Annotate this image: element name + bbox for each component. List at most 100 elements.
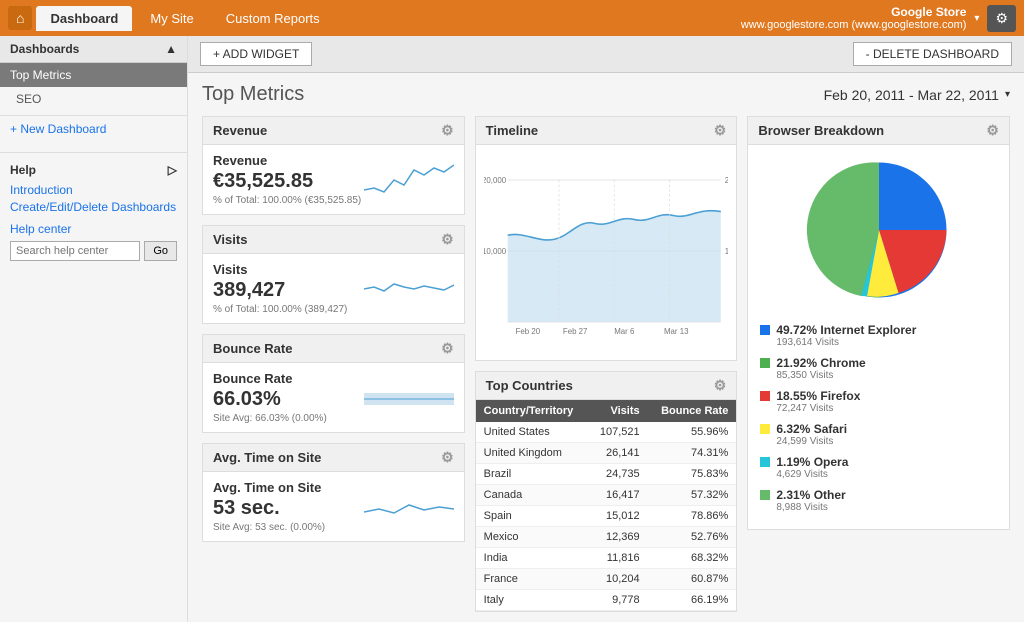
- browser-item: 21.92% Chrome 85,350 Visits: [760, 356, 997, 381]
- search-help-container: Go: [10, 241, 177, 261]
- sidebar-item-top-metrics[interactable]: Top Metrics: [0, 63, 187, 87]
- new-dashboard-link[interactable]: + New Dashboard: [0, 115, 187, 142]
- browser-visits: 193,614 Visits: [776, 337, 997, 348]
- browser-name: 1.19% Opera: [776, 455, 848, 469]
- date-range-selector[interactable]: Feb 20, 2011 - Mar 22, 2011 ▾: [824, 87, 1010, 103]
- search-help-button[interactable]: Go: [144, 241, 177, 261]
- countries-gear-icon[interactable]: ⚙: [714, 377, 727, 394]
- search-help-input[interactable]: [10, 241, 140, 261]
- revenue-sparkline: [364, 160, 454, 200]
- country-bounce: 75.83%: [648, 464, 737, 485]
- browser-color-indicator: [760, 358, 770, 368]
- visits-gear-icon[interactable]: ⚙: [441, 231, 454, 248]
- country-visits: 15,012: [588, 506, 647, 527]
- tab-mysite[interactable]: My Site: [136, 6, 207, 31]
- country-bounce: 55.96%: [648, 422, 737, 443]
- country-visits: 11,816: [588, 548, 647, 569]
- browser-color-indicator: [760, 457, 770, 467]
- visits-label: Visits: [213, 262, 347, 277]
- home-button[interactable]: ⌂: [8, 6, 32, 30]
- browser-name: 49.72% Internet Explorer: [776, 323, 916, 337]
- right-column: Browser Breakdown ⚙: [747, 116, 1010, 612]
- table-row[interactable]: France 10,204 60.87%: [476, 569, 737, 590]
- avg-time-gear-icon[interactable]: ⚙: [441, 449, 454, 466]
- browser-color-indicator: [760, 490, 770, 500]
- browser-item: 1.19% Opera 4,629 Visits: [760, 455, 997, 480]
- date-range-arrow: ▾: [1005, 89, 1010, 100]
- table-row[interactable]: Brazil 24,735 75.83%: [476, 464, 737, 485]
- browser-visits: 24,599 Visits: [776, 436, 997, 447]
- help-center-link[interactable]: Help center: [10, 222, 177, 236]
- country-name: United States: [476, 422, 589, 443]
- svg-text:20,000: 20,000: [484, 176, 507, 185]
- timeline-gear-icon[interactable]: ⚙: [714, 122, 727, 139]
- browser-visits: 85,350 Visits: [776, 370, 997, 381]
- revenue-widget-header: Revenue ⚙: [203, 117, 464, 145]
- topbar: ⌂ Dashboard My Site Custom Reports Googl…: [0, 0, 1024, 36]
- page-title: Top Metrics: [202, 83, 304, 106]
- visits-sub: % of Total: 100.00% (389,427): [213, 304, 347, 315]
- revenue-value: €35,525.85: [213, 170, 361, 193]
- browser-item: 2.31% Other 8,988 Visits: [760, 488, 997, 513]
- col-header-visits: Visits: [588, 400, 647, 422]
- avg-time-widget-header: Avg. Time on Site ⚙: [203, 444, 464, 472]
- add-widget-button[interactable]: + ADD WIDGET: [200, 42, 312, 66]
- svg-text:Mar 13: Mar 13: [664, 327, 689, 336]
- dashboards-label: Dashboards: [10, 42, 79, 56]
- help-link-create-edit-delete[interactable]: Create/Edit/Delete Dashboards: [10, 200, 177, 214]
- avg-time-sub: Site Avg: 53 sec. (0.00%): [213, 522, 325, 533]
- col-header-country: Country/Territory: [476, 400, 589, 422]
- browser-name: 2.31% Other: [776, 488, 845, 502]
- browser-gear-icon[interactable]: ⚙: [986, 122, 999, 139]
- country-bounce: 60.87%: [648, 569, 737, 590]
- tab-customreports[interactable]: Custom Reports: [212, 6, 334, 31]
- account-dropdown-icon[interactable]: ▾: [974, 13, 979, 24]
- country-name: Italy: [476, 590, 589, 611]
- browser-item-header: 2.31% Other: [760, 488, 997, 502]
- countries-widget-header: Top Countries ⚙: [476, 372, 737, 400]
- browser-visits: 4,629 Visits: [776, 469, 997, 480]
- table-row[interactable]: India 11,816 68.32%: [476, 548, 737, 569]
- dashboards-section-header: Dashboards ▲: [0, 36, 187, 63]
- table-row[interactable]: Mexico 12,369 52.76%: [476, 527, 737, 548]
- revenue-widget-body: Revenue €35,525.85 % of Total: 100.00% (…: [203, 145, 464, 214]
- date-range-text: Feb 20, 2011 - Mar 22, 2011: [824, 87, 999, 103]
- table-row[interactable]: Canada 16,417 57.32%: [476, 485, 737, 506]
- table-row[interactable]: Spain 15,012 78.86%: [476, 506, 737, 527]
- topbar-right: Google Store www.googlestore.com (www.go…: [741, 5, 1016, 32]
- revenue-header-label: Revenue: [213, 123, 267, 138]
- collapse-icon[interactable]: ▲: [165, 42, 177, 56]
- revenue-widget: Revenue ⚙ Revenue €35,525.85 % of Total:…: [202, 116, 465, 215]
- settings-button[interactable]: ⚙: [987, 5, 1016, 32]
- browser-visits: 8,988 Visits: [776, 502, 997, 513]
- bounce-rate-widget: Bounce Rate ⚙ Bounce Rate 66.03% Site Av…: [202, 334, 465, 433]
- revenue-gear-icon[interactable]: ⚙: [441, 122, 454, 139]
- country-visits: 24,735: [588, 464, 647, 485]
- countries-table: Country/Territory Visits Bounce Rate Uni…: [476, 400, 737, 611]
- svg-text:Feb 27: Feb 27: [563, 327, 588, 336]
- delete-dashboard-button[interactable]: - DELETE DASHBOARD: [853, 42, 1012, 66]
- help-header: Help ▷: [10, 163, 177, 177]
- browser-breakdown-header: Browser Breakdown ⚙: [748, 117, 1009, 145]
- bounce-rate-sparkline: [364, 378, 454, 418]
- content-area: + ADD WIDGET - DELETE DASHBOARD Top Metr…: [188, 36, 1024, 622]
- bounce-rate-label: Bounce Rate: [213, 371, 327, 386]
- timeline-chart: 20,000 10,000 20,000 10,000 Feb 20 Feb 2: [484, 151, 729, 351]
- revenue-sub: % of Total: 100.00% (€35,525.85): [213, 195, 361, 206]
- tab-dashboard[interactable]: Dashboard: [36, 6, 132, 31]
- svg-text:Feb 20: Feb 20: [515, 327, 540, 336]
- sidebar-item-seo[interactable]: SEO: [0, 87, 187, 111]
- browser-item: 49.72% Internet Explorer 193,614 Visits: [760, 323, 997, 348]
- bounce-rate-gear-icon[interactable]: ⚙: [441, 340, 454, 357]
- browser-color-indicator: [760, 391, 770, 401]
- table-row[interactable]: Italy 9,778 66.19%: [476, 590, 737, 611]
- help-link-introduction[interactable]: Introduction: [10, 183, 177, 197]
- table-row[interactable]: United States 107,521 55.96%: [476, 422, 737, 443]
- sidebar: Dashboards ▲ Top Metrics SEO + New Dashb…: [0, 36, 188, 622]
- help-section: Help ▷ Introduction Create/Edit/Delete D…: [0, 152, 187, 271]
- content-toolbar: + ADD WIDGET - DELETE DASHBOARD: [188, 36, 1024, 73]
- widgets-area: Revenue ⚙ Revenue €35,525.85 % of Total:…: [188, 116, 1024, 622]
- table-row[interactable]: United Kingdom 26,141 74.31%: [476, 443, 737, 464]
- help-collapse-icon[interactable]: ▷: [168, 163, 177, 177]
- timeline-header-label: Timeline: [486, 123, 539, 138]
